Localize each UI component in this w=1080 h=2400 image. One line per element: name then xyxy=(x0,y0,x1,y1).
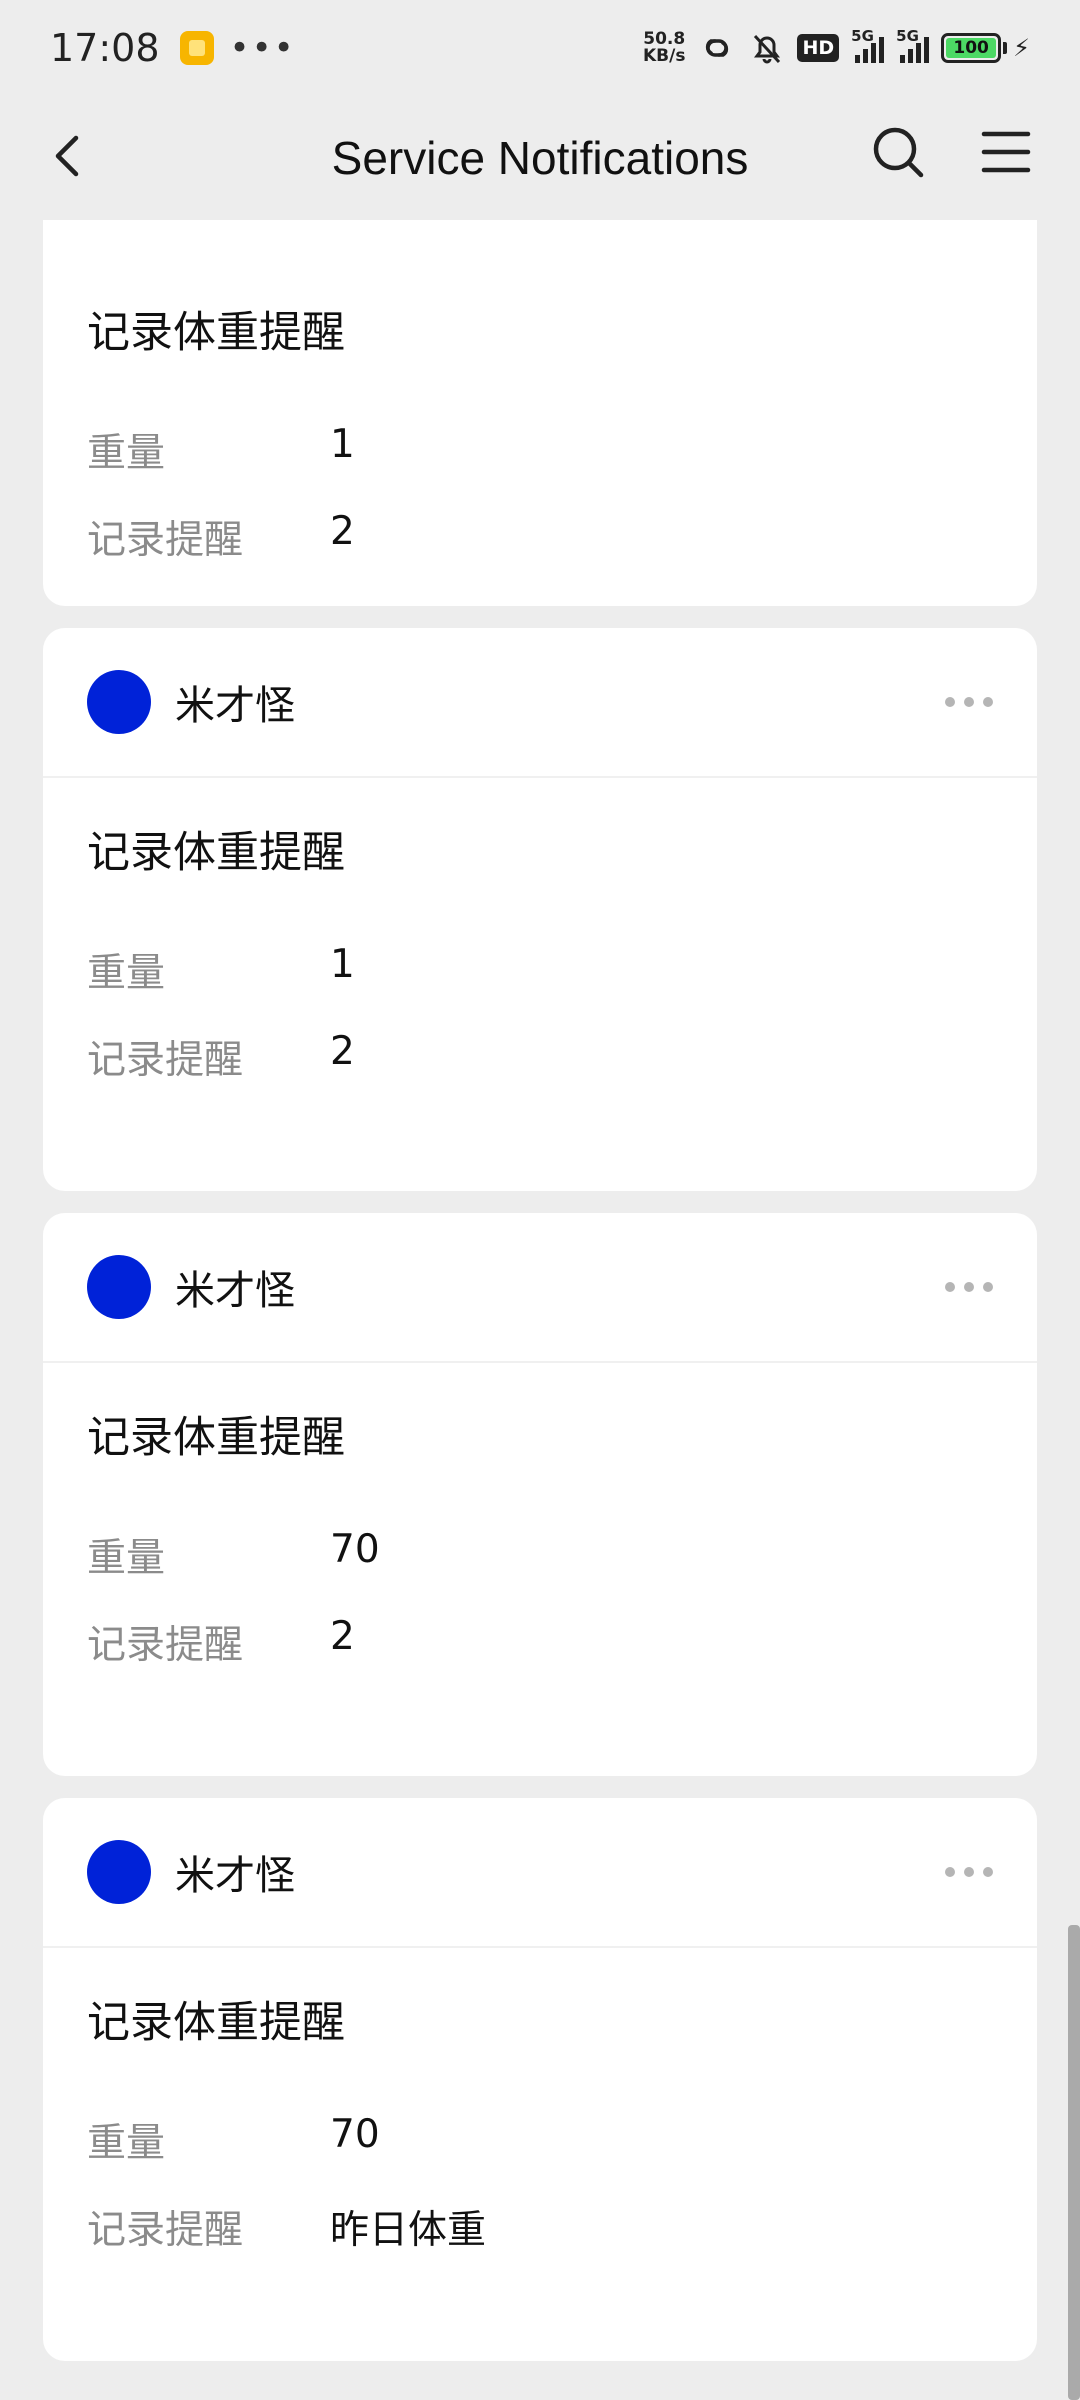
charging-icon: ⚡ xyxy=(1013,34,1030,62)
detail-value: 昨日体重 xyxy=(330,2208,487,2253)
network-speed-unit: KB/s xyxy=(642,46,686,66)
page-title: Service Notifications xyxy=(331,132,749,184)
hd-voice-icon: HD xyxy=(797,34,840,62)
detail-row: 重量 1 xyxy=(87,942,355,998)
message-title: 记录体重提醒 xyxy=(87,308,345,358)
notification-list[interactable]: 记录体重提醒 重量 1 记录提醒 2 米才怪 记录体重提醒 重量 1 记录提醒 xyxy=(0,220,1080,2400)
avatar[interactable] xyxy=(87,1840,151,1904)
sender-name: 米才怪 xyxy=(175,1268,295,1314)
card-header: 米才怪 xyxy=(43,1798,1037,1948)
detail-label: 重量 xyxy=(87,2121,166,2166)
message-title: 记录体重提醒 xyxy=(87,1413,345,1463)
status-indicators: 50.8 KB/s HD 5G 5G 100 ⚡ xyxy=(643,27,1030,66)
detail-value: 2 xyxy=(330,1614,355,1659)
search-icon[interactable] xyxy=(868,122,928,182)
detail-label: 记录提醒 xyxy=(87,518,244,563)
detail-label: 重量 xyxy=(87,951,166,996)
mute-bell-icon xyxy=(754,34,781,64)
detail-value: 70 xyxy=(330,2112,380,2157)
detail-row: 记录提醒 昨日体重 xyxy=(87,2199,486,2255)
notification-card[interactable]: 米才怪 记录体重提醒 重量 70 记录提醒 昨日体重 xyxy=(43,1798,1037,2361)
message-title: 记录体重提醒 xyxy=(87,828,345,878)
link-icon xyxy=(706,39,729,57)
nav-bar: Service Notifications xyxy=(0,96,1080,220)
notification-card[interactable]: 米才怪 记录体重提醒 重量 1 记录提醒 2 xyxy=(43,628,1037,1191)
notes-app-icon xyxy=(179,31,214,65)
sender-name: 米才怪 xyxy=(175,1853,295,1899)
detail-value: 1 xyxy=(330,942,355,987)
detail-row: 记录提醒 2 xyxy=(87,1029,355,1085)
message-title: 记录体重提醒 xyxy=(87,1998,345,2048)
avatar[interactable] xyxy=(87,670,151,734)
back-icon[interactable] xyxy=(38,126,98,186)
detail-value: 70 xyxy=(330,1527,380,1572)
detail-value: 1 xyxy=(330,422,355,467)
battery-level: 100 xyxy=(946,38,997,58)
card-header: 米才怪 xyxy=(43,1213,1037,1363)
status-more-icon: ••• xyxy=(229,28,296,68)
network-speed: 50.8 KB/s xyxy=(643,31,685,65)
detail-value: 2 xyxy=(330,1029,355,1074)
menu-icon[interactable] xyxy=(976,122,1036,182)
notification-card[interactable]: 米才怪 记录体重提醒 重量 70 记录提醒 2 xyxy=(43,1213,1037,1776)
more-options-icon[interactable] xyxy=(945,1867,993,1877)
sender-name: 米才怪 xyxy=(175,683,295,729)
signal-5g-icon-2: 5G xyxy=(896,27,930,63)
scrollbar[interactable] xyxy=(1068,1925,1080,2400)
notification-card[interactable]: 记录体重提醒 重量 1 记录提醒 2 xyxy=(43,220,1037,606)
status-time: 17:08 xyxy=(50,26,160,70)
more-options-icon[interactable] xyxy=(945,1282,993,1292)
detail-row: 记录提醒 2 xyxy=(87,509,355,565)
detail-row: 重量 1 xyxy=(87,422,355,478)
detail-row: 重量 70 xyxy=(87,1527,380,1583)
status-bar: 17:08 ••• 50.8 KB/s HD 5G 5G 100 ⚡ xyxy=(0,0,1080,96)
card-header: 米才怪 xyxy=(43,628,1037,778)
signal-5g-icon-1: 5G xyxy=(851,27,885,63)
detail-value: 2 xyxy=(330,509,355,554)
avatar[interactable] xyxy=(87,1255,151,1319)
battery-icon: 100 ⚡ xyxy=(941,33,1030,63)
detail-label: 记录提醒 xyxy=(87,1623,244,1668)
more-options-icon[interactable] xyxy=(945,697,993,707)
detail-label: 记录提醒 xyxy=(87,1038,244,1083)
detail-label: 重量 xyxy=(87,431,166,476)
detail-row: 重量 70 xyxy=(87,2112,380,2168)
detail-label: 重量 xyxy=(87,1536,166,1581)
network-type: 5G xyxy=(851,27,874,45)
detail-row: 记录提醒 2 xyxy=(87,1614,355,1670)
network-type: 5G xyxy=(896,27,919,45)
detail-label: 记录提醒 xyxy=(87,2208,244,2253)
